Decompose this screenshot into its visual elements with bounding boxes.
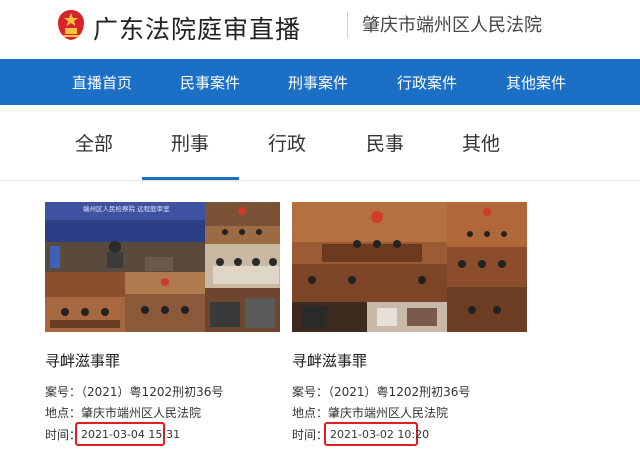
active-tab-indicator [142,177,239,180]
case-time-value: 2021-03-04 15:31 [81,428,181,441]
case-title[interactable]: 寻衅滋事罪 [292,350,367,371]
category-tabs: 全部 刑事 行政 民事 其他 [0,105,640,181]
site-title[interactable]: 广东法院庭审直播 [93,10,301,46]
main-nav: 直播首页 民事案件 刑事案件 行政案件 其他案件 [0,59,640,105]
thumb-banner-text: 端州区人民检察院 远程庭审室 [83,204,170,213]
tab-criminal[interactable]: 刑事 [171,129,209,156]
tab-all[interactable]: 全部 [75,129,113,156]
site-header: 广东法院庭审直播 肇庆市端州区人民法院 [0,0,640,58]
nav-item-civil[interactable]: 民事案件 [180,72,240,93]
case-number-row: 案号：（2021）粤1202刑初36号 [45,383,223,400]
case-number-row: 案号：（2021）粤1202刑初36号 [292,383,470,400]
nav-item-other[interactable]: 其他案件 [506,72,566,93]
tab-administrative[interactable]: 行政 [268,129,306,156]
case-location-row: 地点：肇庆市端州区人民法院 [292,404,448,421]
nav-item-administrative[interactable]: 行政案件 [397,72,457,93]
case-time-value: 2021-03-02 10:20 [330,428,430,441]
case-location-value: 肇庆市端州区人民法院 [81,406,202,420]
case-card[interactable]: 端州区人民检察院 远程庭审室 寻衅滋事罪 案号：（2021）粤1202刑初36号… [45,202,280,452]
nav-item-home[interactable]: 直播首页 [72,72,132,93]
case-location-row: 地点：肇庆市端州区人民法院 [45,404,201,421]
case-time-highlight: 2021-03-04 15:31 [75,422,180,446]
court-name: 肇庆市端州区人民法院 [362,15,542,36]
case-title[interactable]: 寻衅滋事罪 [45,350,120,371]
case-number-value: （2021）粤1202刑初36号 [81,385,224,399]
case-time-highlight: 2021-03-02 10:20 [324,422,429,446]
case-location-label: 地点： [292,406,329,420]
case-number-label: 案号： [45,385,82,399]
court-emblem-icon [56,8,86,42]
header-divider [347,12,348,38]
case-time-label: 时间： [292,428,329,442]
case-location-label: 地点： [45,406,82,420]
case-card[interactable]: 寻衅滋事罪 案号：（2021）粤1202刑初36号 地点：肇庆市端州区人民法院 … [292,202,527,452]
tab-other[interactable]: 其他 [462,129,500,156]
case-thumbnail[interactable]: 端州区人民检察院 远程庭审室 [45,202,280,332]
case-number-value: （2021）粤1202刑初36号 [328,385,471,399]
tab-civil[interactable]: 民事 [366,129,404,156]
case-location-value: 肇庆市端州区人民法院 [328,406,449,420]
case-number-label: 案号： [292,385,329,399]
nav-item-criminal[interactable]: 刑事案件 [288,72,348,93]
case-thumbnail[interactable] [292,202,527,332]
